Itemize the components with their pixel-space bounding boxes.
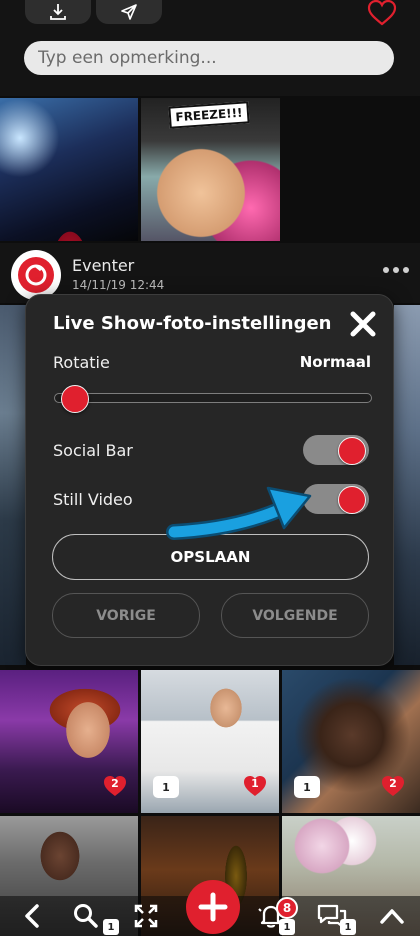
comment-badge: 1	[294, 776, 320, 798]
post-date: 14/11/19 12:44	[72, 278, 165, 292]
rotation-slider[interactable]	[54, 385, 372, 413]
top-bar	[0, 0, 420, 96]
dialog-title: Live Show-foto-instellingen	[53, 313, 332, 334]
rotation-slider-thumb[interactable]	[60, 385, 89, 413]
save-button[interactable]: OPSLAAN	[52, 534, 369, 580]
photo-grid-item[interactable]: 2	[0, 670, 138, 813]
photo-grid-item[interactable]: 1 1	[141, 670, 279, 813]
heart-outline-icon	[367, 0, 397, 26]
chevron-up-icon	[380, 909, 404, 924]
social-bar-toggle[interactable]	[303, 435, 369, 465]
back-icon	[25, 904, 39, 928]
share-button[interactable]	[96, 0, 162, 24]
freeze-sign: FREEZE!!!	[168, 101, 250, 129]
more-options-button[interactable]	[380, 259, 412, 283]
still-video-toggle-knob	[338, 486, 366, 514]
chat-badge: 1	[340, 919, 356, 935]
next-button[interactable]: VOLGENDE	[221, 593, 369, 638]
live-show-settings-dialog: Live Show-foto-instellingen Rotatie Norm…	[25, 294, 394, 666]
like-button[interactable]	[362, 0, 402, 26]
still-video-toggle[interactable]	[303, 484, 369, 514]
add-button[interactable]	[186, 880, 240, 934]
back-button[interactable]	[16, 900, 48, 932]
photo-concert[interactable]	[0, 98, 138, 241]
photo-grid-item[interactable]: 1 2	[282, 670, 420, 813]
photo-freeze[interactable]: FREEZE!!!	[141, 98, 280, 241]
search-badge: 1	[103, 919, 119, 935]
notification-small-badge: 1	[279, 919, 295, 935]
like-count: 2	[111, 777, 119, 790]
post-username[interactable]: Eventer	[72, 256, 134, 275]
like-badge: 2	[102, 774, 128, 798]
social-bar-label: Social Bar	[53, 441, 133, 460]
like-badge: 1	[242, 774, 268, 798]
close-icon	[350, 311, 376, 337]
comment-badge: 1	[153, 776, 179, 798]
search-button[interactable]	[70, 900, 102, 932]
notification-badge: 8	[276, 897, 298, 919]
download-button[interactable]	[25, 0, 91, 24]
avatar[interactable]	[11, 250, 61, 300]
previous-button[interactable]: VORIGE	[52, 593, 200, 638]
eventer-logo-icon	[18, 257, 54, 293]
like-badge: 2	[380, 774, 406, 798]
close-button[interactable]	[348, 309, 378, 339]
like-count: 1	[251, 777, 259, 790]
rotation-value: Normaal	[299, 353, 371, 371]
background-photo-left	[0, 305, 26, 665]
background-photo-right	[394, 305, 420, 665]
fullscreen-button[interactable]	[130, 900, 162, 932]
social-bar-toggle-knob	[338, 437, 366, 465]
still-video-label: Still Video	[53, 490, 133, 509]
rotation-label: Rotatie	[53, 353, 110, 372]
fullscreen-icon	[134, 904, 158, 928]
search-icon	[74, 904, 98, 928]
download-icon	[50, 4, 66, 20]
more-icon	[383, 267, 409, 273]
plus-icon	[198, 892, 228, 922]
send-icon	[121, 4, 137, 20]
comment-input[interactable]	[24, 41, 394, 75]
like-count: 2	[389, 777, 397, 790]
scroll-up-button[interactable]	[376, 900, 408, 932]
